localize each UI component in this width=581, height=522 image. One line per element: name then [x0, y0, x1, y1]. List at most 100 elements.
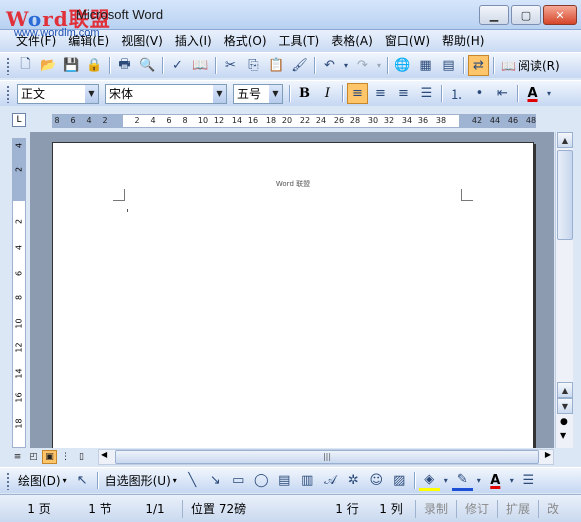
ruler-tick-label: 18: [14, 418, 24, 429]
next-page-icon[interactable]: ▼: [560, 431, 566, 440]
horizontal-scrollbar[interactable]: ◀ ||| ▶: [98, 449, 554, 465]
copy-icon[interactable]: ⎘: [243, 55, 264, 76]
picture-icon[interactable]: ▨: [389, 470, 410, 491]
status-record[interactable]: 录制: [418, 500, 454, 517]
horizontal-ruler[interactable]: 8 6 4 2 2 4 6 8 10 12 14 16 18 20 22 24 26 28 30 32 34 36 38 42…: [52, 114, 536, 128]
line-style-icon[interactable]: ☰: [518, 470, 539, 491]
decrease-indent-icon[interactable]: ⇤: [492, 83, 513, 104]
tables-borders-icon[interactable]: ▦: [415, 55, 436, 76]
view-and-hscroll-row: ≡ ◰ ▣ ⋮ ▯ ◀ ||| ▶: [0, 448, 581, 466]
status-extend[interactable]: 扩展: [500, 500, 536, 517]
align-left-icon[interactable]: ≡: [347, 83, 368, 104]
open-folder-icon[interactable]: 📂: [38, 55, 59, 76]
print-icon[interactable]: 🖶: [114, 55, 135, 76]
menu-window[interactable]: 窗口(W): [379, 31, 436, 51]
diagram-icon[interactable]: ✲: [343, 470, 364, 491]
toolbar-grip[interactable]: [6, 56, 10, 75]
align-right-icon[interactable]: ≡: [393, 83, 414, 104]
line-color-dropdown-icon[interactable]: ▾: [475, 470, 483, 491]
font-select[interactable]: 宋体 ▼: [105, 83, 227, 104]
line-icon[interactable]: ╲: [182, 470, 203, 491]
scroll-up-icon[interactable]: ▲: [557, 132, 573, 148]
insert-table-icon[interactable]: ▤: [438, 55, 459, 76]
new-document-icon[interactable]: 🗋: [15, 55, 36, 76]
menu-format[interactable]: 格式(O): [218, 31, 273, 51]
style-value: 正文: [21, 87, 46, 101]
menu-table[interactable]: 表格(A): [325, 31, 379, 51]
print-preview-icon[interactable]: 🔍: [137, 55, 158, 76]
bullets-icon[interactable]: •: [469, 83, 490, 104]
vertical-ruler[interactable]: 4 2 2 4 6 8 10 12 14 16 18: [12, 138, 26, 448]
menu-view[interactable]: 视图(V): [115, 31, 169, 51]
chevron-down-icon[interactable]: ▼: [85, 84, 98, 103]
read-button[interactable]: 📖 阅读(R): [497, 57, 564, 74]
clip-art-icon[interactable]: ☺: [366, 470, 387, 491]
permission-icon[interactable]: 🔒: [84, 55, 105, 76]
ruler-tick-label: 14: [14, 368, 24, 379]
style-select[interactable]: 正文 ▼: [17, 83, 99, 104]
print-layout-icon[interactable]: ▣: [42, 450, 57, 464]
menu-help[interactable]: 帮助(H): [436, 31, 490, 51]
select-objects-icon[interactable]: ↖: [72, 470, 93, 491]
font-color-dropdown-icon[interactable]: ▾: [545, 83, 553, 104]
research-icon[interactable]: 📖: [190, 55, 211, 76]
hyperlink-icon[interactable]: 🌐: [392, 55, 413, 76]
cut-icon[interactable]: ✂: [220, 55, 241, 76]
status-revision[interactable]: 修订: [459, 500, 495, 517]
menu-tools[interactable]: 工具(T): [273, 31, 326, 51]
text-box-icon[interactable]: ▤: [274, 470, 295, 491]
redo-dropdown-icon[interactable]: ▾: [375, 55, 383, 76]
chevron-down-icon[interactable]: ▼: [213, 84, 226, 103]
previous-page-icon[interactable]: ▲: [557, 382, 573, 398]
chevron-down-icon[interactable]: ▼: [269, 84, 282, 103]
spelling-icon[interactable]: ✓: [167, 55, 188, 76]
save-icon[interactable]: 💾: [61, 55, 82, 76]
fill-color-icon[interactable]: ◈: [418, 470, 440, 491]
rectangle-icon[interactable]: ▭: [228, 470, 249, 491]
document-page[interactable]: Word 联盟: [52, 142, 534, 448]
wordart-icon[interactable]: 𝒜: [320, 470, 341, 491]
minimize-button[interactable]: ▁: [479, 5, 509, 25]
formatting-toolbar: 正文 ▼ 宋体 ▼ 五号 ▼ B I ≡ ≡ ≡ ☰ ⒈ • ⇤ A ▾: [0, 80, 581, 106]
italic-button[interactable]: I: [317, 83, 338, 104]
format-painter-icon[interactable]: 🖌: [289, 55, 310, 76]
justify-icon[interactable]: ☰: [416, 83, 437, 104]
undo-dropdown-icon[interactable]: ▾: [342, 55, 350, 76]
redo-icon[interactable]: ↷: [352, 55, 373, 76]
scroll-left-icon[interactable]: ◀: [101, 450, 107, 459]
outline-view-icon[interactable]: ⋮: [58, 450, 73, 464]
draw-font-color-button[interactable]: A: [485, 470, 506, 491]
toolbar-grip[interactable]: [6, 471, 10, 490]
select-browse-object-icon[interactable]: ●: [560, 417, 568, 427]
scroll-down-icon[interactable]: ▼: [557, 398, 573, 414]
status-overtype[interactable]: 改: [541, 500, 565, 517]
normal-view-icon[interactable]: ≡: [10, 450, 25, 464]
draw-font-color-dropdown-icon[interactable]: ▾: [508, 470, 516, 491]
maximize-button[interactable]: ▢: [511, 5, 541, 25]
vertical-scroll-thumb[interactable]: [557, 150, 573, 240]
font-size-select[interactable]: 五号 ▼: [233, 83, 283, 104]
fill-color-dropdown-icon[interactable]: ▾: [442, 470, 450, 491]
bold-button[interactable]: B: [294, 83, 315, 104]
scroll-right-icon[interactable]: ▶: [545, 450, 551, 459]
vertical-text-box-icon[interactable]: ▥: [297, 470, 318, 491]
tab-selector[interactable]: L: [12, 113, 26, 127]
paste-icon[interactable]: 📋: [266, 55, 287, 76]
document-map-icon[interactable]: ⇄: [468, 55, 489, 76]
numbering-icon[interactable]: ⒈: [446, 83, 467, 104]
undo-icon[interactable]: ↶: [319, 55, 340, 76]
arrow-icon[interactable]: ↘: [205, 470, 226, 491]
line-color-icon[interactable]: ✎: [451, 470, 473, 491]
horizontal-scroll-thumb[interactable]: |||: [115, 450, 539, 464]
web-layout-icon[interactable]: ◰: [26, 450, 41, 464]
autoshapes-button[interactable]: 自选图形(U) ▾: [101, 472, 181, 489]
oval-icon[interactable]: ◯: [251, 470, 272, 491]
align-center-icon[interactable]: ≡: [370, 83, 391, 104]
font-color-button[interactable]: A: [522, 83, 543, 104]
menu-insert[interactable]: 插入(I): [169, 31, 218, 51]
reading-view-icon[interactable]: ▯: [74, 450, 89, 464]
draw-menu-button[interactable]: 绘图(D) ▾: [14, 472, 71, 489]
toolbar-grip[interactable]: [6, 84, 10, 103]
close-button[interactable]: ✕: [543, 5, 577, 25]
vertical-scrollbar[interactable]: ▲ ▼ ▲ ● ▼: [555, 132, 573, 448]
